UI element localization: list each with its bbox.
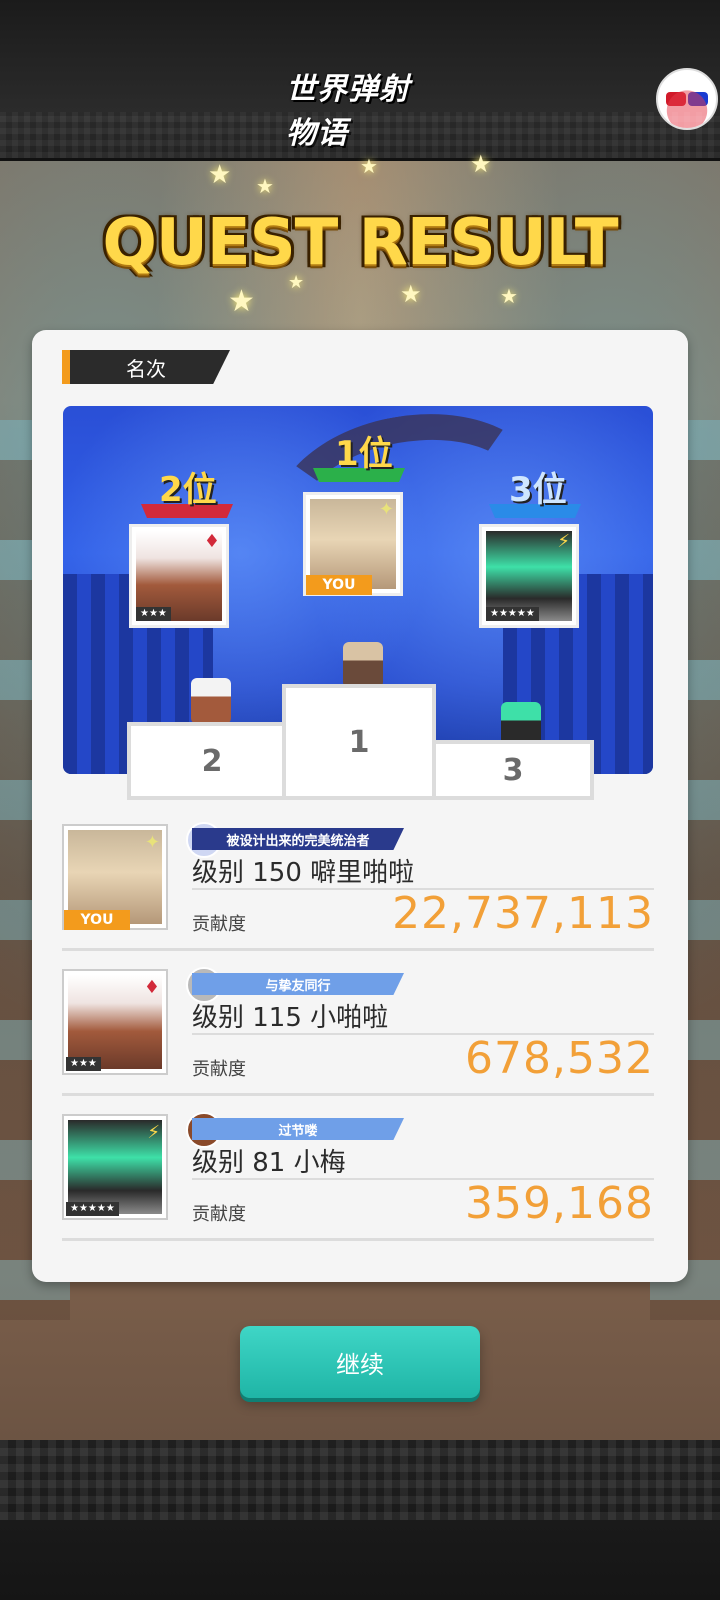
star-icon: ★ bbox=[360, 154, 378, 178]
contribution-score: 22,737,113 bbox=[392, 888, 654, 939]
podium-step-3: 3 bbox=[432, 740, 594, 800]
contribution-score: 678,532 bbox=[465, 1033, 654, 1084]
rank3-portrait[interactable]: ⚡ ★★★★★ bbox=[479, 524, 579, 628]
star-icon: ★ bbox=[500, 284, 518, 308]
rank2-label: 2位 bbox=[159, 470, 217, 510]
sparkle-icon: ✦ bbox=[378, 499, 394, 520]
podium-number: 1 bbox=[348, 724, 370, 760]
contribution-score: 359,168 bbox=[465, 1178, 654, 1229]
second-sprite bbox=[191, 678, 231, 724]
podium-step-2: 2 bbox=[127, 722, 297, 800]
player-row[interactable]: ✦ YOU 被设计出来的完美统治者 级别 150 噼里啪啦 贡献度 22,737… bbox=[62, 818, 654, 951]
winner-sprite bbox=[343, 642, 383, 688]
title-area: ★ ★ ★ ★ ★ ★ ★ ★ QUEST RESULT bbox=[0, 150, 720, 320]
rarity-stars: ★★★ bbox=[66, 1057, 101, 1071]
star-icon: ★ bbox=[256, 174, 274, 198]
user-avatar-button[interactable] bbox=[656, 68, 718, 130]
rarity-stars: ★★★ bbox=[136, 607, 171, 621]
player-level-name: 级别 81 小梅 bbox=[192, 1148, 346, 1178]
player-row[interactable]: ⚡ ★★★★★ 过节喽 级别 81 小梅 贡献度 359,168 bbox=[62, 1108, 654, 1241]
diamond-icon: ♦ bbox=[143, 977, 160, 998]
contribution-label: 贡献度 bbox=[192, 1204, 246, 1225]
result-panel: 名次 1位 ✦ YOU 2位 ♦ ★★★ 3位 ⚡ ★★★★★ 2 1 3 ✦ … bbox=[32, 330, 688, 1282]
game-logo: 世界弹射物语 bbox=[286, 72, 436, 151]
contribution-label: 贡献度 bbox=[192, 914, 246, 935]
rank1-portrait[interactable]: ✦ YOU bbox=[303, 492, 403, 596]
diamond-icon: ♦ bbox=[203, 531, 220, 552]
title-badge: 与挚友同行 bbox=[192, 973, 404, 995]
title-badge: 过节喽 bbox=[192, 1118, 404, 1140]
rarity-stars: ★★★★★ bbox=[486, 607, 539, 621]
player-level-name: 级别 115 小啪啦 bbox=[192, 1003, 389, 1033]
game-logo-text: 世界弹射物语 bbox=[286, 72, 410, 151]
you-tag: YOU bbox=[64, 910, 130, 930]
podium-number: 2 bbox=[201, 743, 223, 779]
avatar-face bbox=[658, 70, 716, 128]
title-badge: 被设计出来的完美统治者 bbox=[192, 828, 404, 850]
contribution-label: 贡献度 bbox=[192, 1059, 246, 1080]
star-icon: ★ bbox=[228, 284, 255, 319]
section-tag: 名次 bbox=[62, 350, 230, 384]
page-title: QUEST RESULT bbox=[102, 206, 618, 280]
player-portrait[interactable]: ✦ YOU bbox=[62, 824, 168, 930]
player-row[interactable]: ♦ ★★★ 与挚友同行 级别 115 小啪啦 贡献度 678,532 bbox=[62, 963, 654, 1096]
rank2-portrait[interactable]: ♦ ★★★ bbox=[129, 524, 229, 628]
player-portrait[interactable]: ♦ ★★★ bbox=[62, 969, 168, 1075]
podium-number: 3 bbox=[502, 752, 524, 788]
star-icon: ★ bbox=[208, 160, 232, 190]
star-icon: ★ bbox=[470, 150, 492, 178]
bottom-bar bbox=[0, 1440, 720, 1600]
rank3-label: 3位 bbox=[509, 470, 567, 510]
lightning-icon: ⚡ bbox=[147, 1122, 160, 1143]
star-icon: ★ bbox=[400, 280, 422, 308]
continue-button[interactable]: 继续 bbox=[240, 1326, 480, 1398]
player-portrait[interactable]: ⚡ ★★★★★ bbox=[62, 1114, 168, 1220]
rank1-label: 1位 bbox=[335, 434, 393, 474]
player-level-name: 级别 150 噼里啪啦 bbox=[192, 858, 415, 888]
lightning-icon: ⚡ bbox=[557, 531, 570, 552]
top-bar: 世界弹射物语 bbox=[0, 0, 720, 161]
you-tag: YOU bbox=[306, 575, 372, 595]
podium-step-1: 1 bbox=[282, 684, 436, 800]
rarity-stars: ★★★★★ bbox=[66, 1202, 119, 1216]
sparkle-icon: ✦ bbox=[144, 832, 160, 853]
